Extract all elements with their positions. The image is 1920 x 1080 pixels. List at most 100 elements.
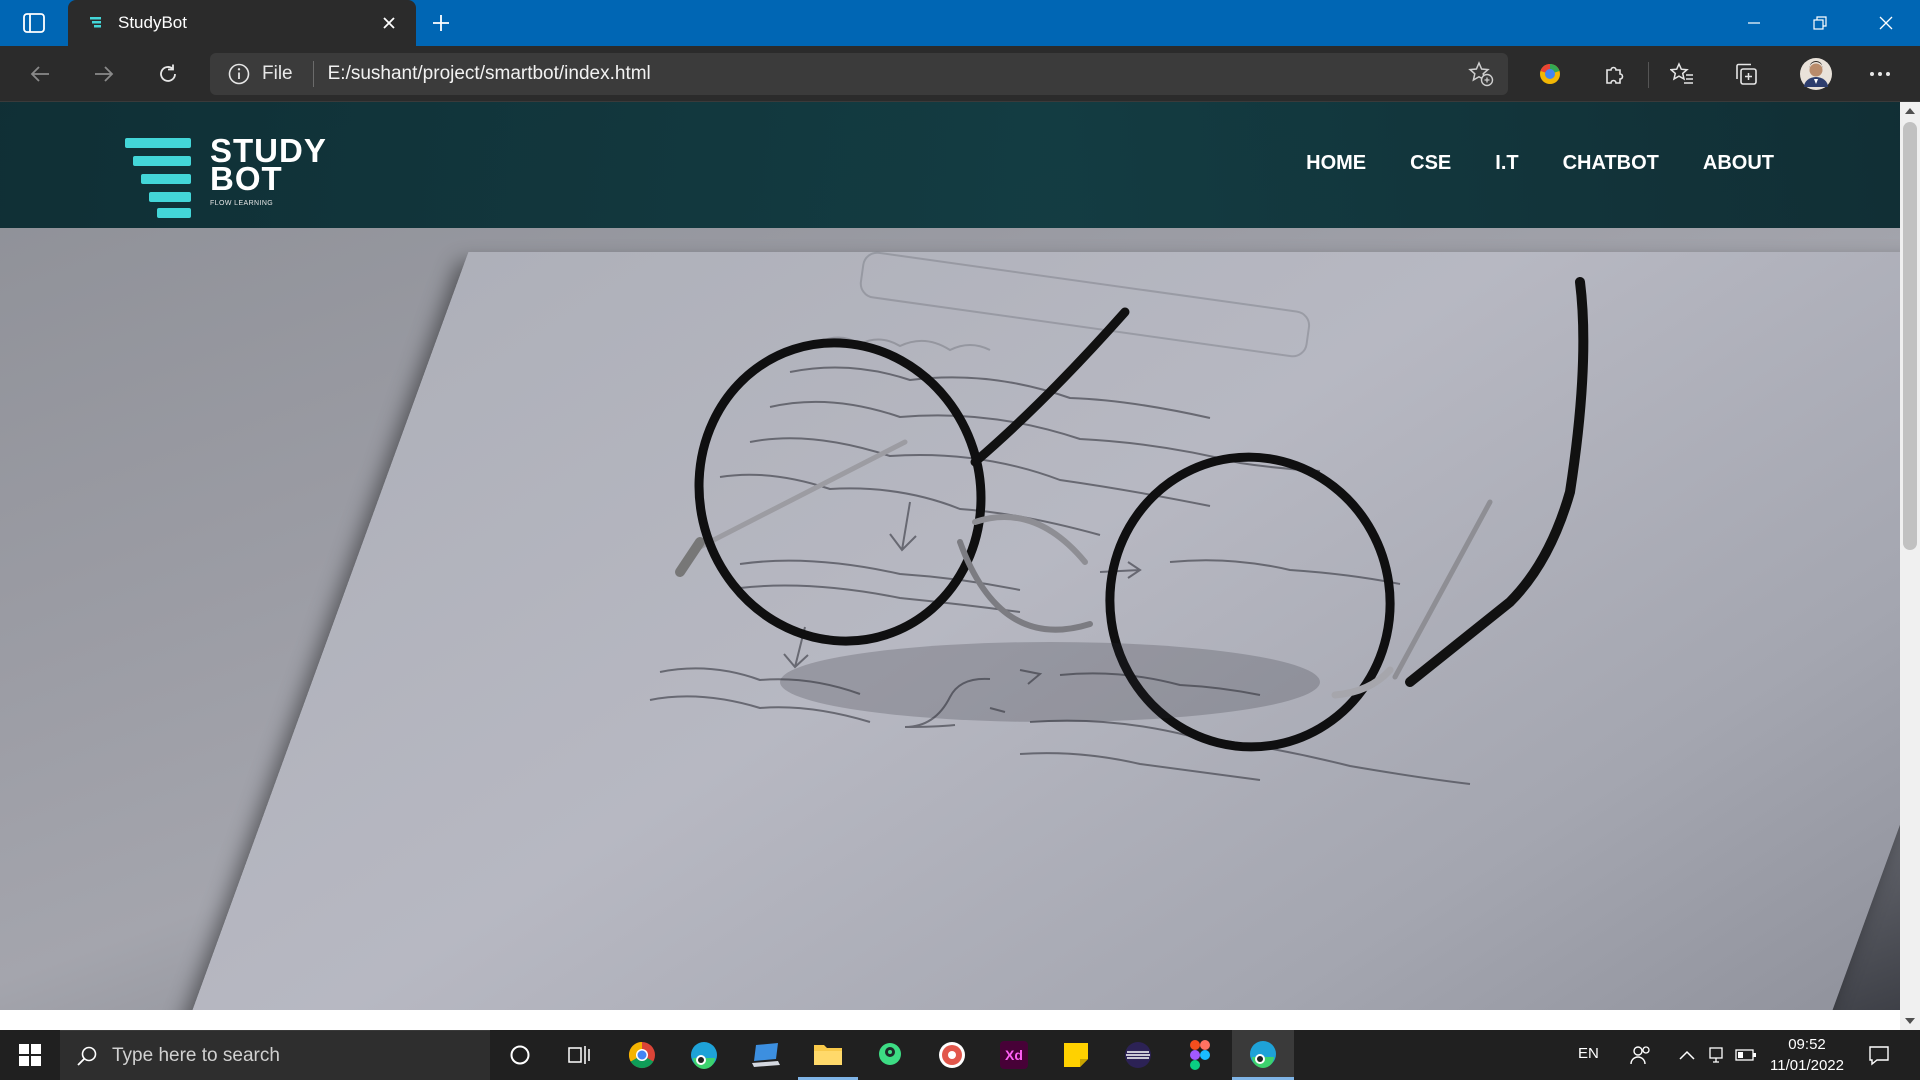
address-separator <box>312 61 314 87</box>
map-pin-icon <box>879 1043 901 1065</box>
cortana-icon <box>510 1045 530 1065</box>
taskbar-adobe-xd[interactable]: Xd <box>984 1030 1044 1080</box>
scrollbar-thumb[interactable] <box>1903 122 1917 550</box>
plus-icon <box>433 15 449 31</box>
nav-home-link[interactable]: HOME <box>1306 152 1366 175</box>
taskbar-file-explorer[interactable] <box>798 1030 858 1080</box>
logo-tagline: FLOW LEARNING <box>210 200 274 207</box>
site-header: STUDY BOT FLOW LEARNING HOME CSE I.T CHA… <box>0 102 1900 228</box>
taskbar-media-app[interactable] <box>922 1030 982 1080</box>
new-tab-button[interactable] <box>424 7 458 39</box>
people-icon <box>1630 1046 1650 1065</box>
browser-titlebar: StudyBot <box>0 0 1920 46</box>
network-button[interactable] <box>1704 1042 1730 1068</box>
tab-close-button[interactable] <box>374 8 404 38</box>
extension-google-button[interactable] <box>1530 56 1570 92</box>
windows-logo-icon <box>19 1044 41 1066</box>
tab-title: StudyBot <box>118 13 187 32</box>
browser-toolbar: File E:/sushant/project/smartbot/index.h… <box>0 46 1920 102</box>
network-icon <box>1709 1047 1723 1063</box>
star-add-icon <box>1468 61 1494 87</box>
notification-icon <box>1869 1046 1889 1066</box>
windows-taskbar: Type here to search Xd EN 09:52 11/01/20… <box>0 1030 1920 1080</box>
arrow-right-icon <box>95 66 114 82</box>
restore-icon <box>1813 16 1827 30</box>
collections-button[interactable] <box>1726 56 1766 92</box>
address-bar[interactable]: File E:/sushant/project/smartbot/index.h… <box>210 53 1508 95</box>
figma-icon <box>1190 1040 1210 1070</box>
taskbar-figma[interactable] <box>1170 1030 1230 1080</box>
studybot-logo[interactable]: STUDY BOT FLOW LEARNING <box>125 134 345 218</box>
page-viewport: STUDY BOT FLOW LEARNING HOME CSE I.T CHA… <box>0 102 1920 1030</box>
favorites-icon <box>1670 62 1693 84</box>
restore-button[interactable] <box>1786 0 1854 46</box>
start-button[interactable] <box>0 1030 60 1080</box>
people-button[interactable] <box>1628 1042 1654 1068</box>
show-hidden-icons-button[interactable] <box>1674 1042 1700 1068</box>
site-info-button[interactable]: File <box>228 63 293 85</box>
taskbar-chrome[interactable] <box>612 1030 672 1080</box>
minimize-button[interactable] <box>1720 0 1788 46</box>
search-placeholder: Type here to search <box>112 1044 280 1066</box>
chevron-down-icon <box>1905 1018 1915 1024</box>
chevron-up-icon <box>1905 108 1915 114</box>
taskbar-edge-active[interactable] <box>1232 1030 1294 1080</box>
puzzle-icon <box>1606 66 1624 84</box>
sticky-notes-icon <box>1064 1043 1088 1067</box>
scroll-up-button[interactable] <box>1900 102 1920 120</box>
svg-text:Xd: Xd <box>1005 1047 1023 1063</box>
studybot-favicon-icon <box>90 17 101 28</box>
settings-more-button[interactable] <box>1860 56 1900 92</box>
taskbar-map-app[interactable] <box>860 1030 920 1080</box>
taskbar-clock[interactable]: 09:52 11/01/2022 <box>1762 1034 1852 1076</box>
nav-chatbot-link[interactable]: CHATBOT <box>1563 152 1659 175</box>
scroll-down-button[interactable] <box>1900 1012 1920 1030</box>
close-icon <box>383 17 395 29</box>
avatar <box>1800 58 1832 90</box>
toolbar-divider <box>1648 62 1649 88</box>
taskbar-eclipse[interactable] <box>1108 1030 1168 1080</box>
forward-button[interactable] <box>84 56 124 92</box>
disc-icon <box>939 1042 965 1068</box>
extensions-button[interactable] <box>1594 56 1634 92</box>
clock-date: 11/01/2022 <box>1770 1057 1844 1074</box>
tab-actions-menu-button[interactable] <box>14 7 54 39</box>
laptop-app-icon <box>752 1043 780 1067</box>
nav-it-link[interactable]: I.T <box>1495 152 1518 175</box>
cortana-button[interactable] <box>490 1030 550 1080</box>
taskbar-search-box[interactable]: Type here to search <box>60 1030 490 1080</box>
taskbar-edge-dev[interactable] <box>674 1030 734 1080</box>
eclipse-icon <box>1125 1042 1151 1068</box>
taskbar-laptop-app[interactable] <box>736 1030 796 1080</box>
edge-icon <box>691 1042 717 1069</box>
url-text[interactable]: E:/sushant/project/smartbot/index.html <box>328 63 651 85</box>
task-view-icon <box>568 1046 590 1064</box>
close-icon <box>1879 16 1893 30</box>
battery-button[interactable] <box>1733 1042 1759 1068</box>
clock-time: 09:52 <box>1788 1036 1826 1053</box>
add-favorite-button[interactable] <box>1468 61 1494 92</box>
chevron-up-icon <box>1679 1050 1695 1060</box>
hero-background: STUDY BOT FLOW LEARNING HOME CSE I.T CHA… <box>0 102 1920 1030</box>
close-window-button[interactable] <box>1852 0 1920 46</box>
task-view-button[interactable] <box>550 1030 610 1080</box>
edge-icon <box>1250 1040 1276 1068</box>
language-indicator[interactable]: EN <box>1578 1045 1599 1062</box>
profile-button[interactable] <box>1796 56 1836 92</box>
action-center-button[interactable] <box>1866 1042 1892 1068</box>
back-button[interactable] <box>20 56 60 92</box>
refresh-button[interactable] <box>148 56 188 92</box>
refresh-icon <box>160 64 176 82</box>
battery-icon <box>1735 1049 1756 1061</box>
folder-icon <box>814 1044 842 1065</box>
minimize-icon <box>1748 22 1760 24</box>
favorites-button[interactable] <box>1662 56 1702 92</box>
adobe-xd-icon: Xd <box>1000 1041 1028 1069</box>
nav-cse-link[interactable]: CSE <box>1410 152 1451 175</box>
browser-tab-active[interactable]: StudyBot <box>68 0 416 46</box>
page-scrollbar[interactable] <box>1900 102 1920 1030</box>
google-extension-icon <box>1540 64 1560 84</box>
taskbar-sticky-notes[interactable] <box>1046 1030 1106 1080</box>
nav-about-link[interactable]: ABOUT <box>1703 152 1774 175</box>
more-dots-icon <box>1870 72 1890 76</box>
